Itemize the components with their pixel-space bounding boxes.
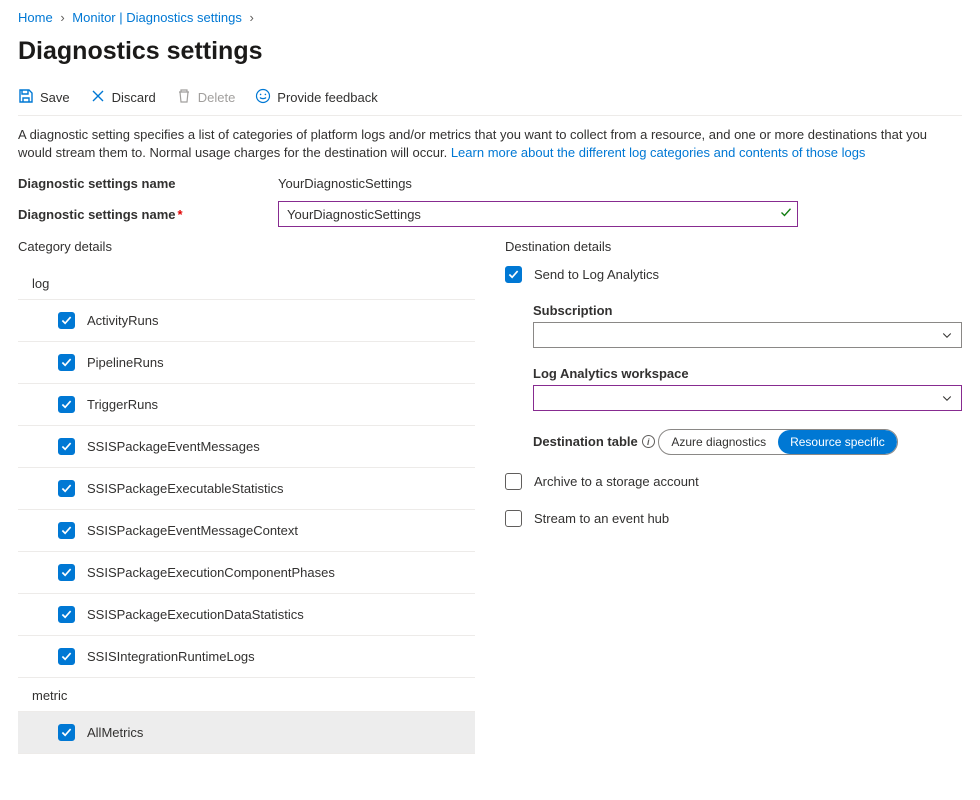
info-icon[interactable]: i bbox=[642, 435, 655, 448]
name-input[interactable] bbox=[278, 201, 798, 227]
log-item-row: SSISIntegrationRuntimeLogs bbox=[18, 636, 475, 678]
category-title: Category details bbox=[18, 239, 475, 254]
log-item-row: TriggerRuns bbox=[18, 384, 475, 426]
chevron-down-icon bbox=[941, 329, 953, 341]
log-item-row: SSISPackageExecutableStatistics bbox=[18, 468, 475, 510]
stream-label: Stream to an event hub bbox=[534, 511, 669, 526]
archive-label: Archive to a storage account bbox=[534, 474, 699, 489]
checkbox[interactable] bbox=[58, 648, 75, 665]
breadcrumb: Home › Monitor | Diagnostics settings › bbox=[18, 10, 962, 33]
save-button[interactable]: Save bbox=[18, 88, 70, 107]
destination-table-toggle[interactable]: Azure diagnostics Resource specific bbox=[658, 429, 897, 455]
send-log-analytics-checkbox[interactable] bbox=[505, 266, 522, 283]
checkbox[interactable] bbox=[58, 480, 75, 497]
name-label-required: Diagnostic settings name* bbox=[18, 207, 278, 222]
log-item-label: SSISPackageExecutionComponentPhases bbox=[87, 565, 335, 580]
chevron-right-icon: › bbox=[60, 10, 64, 25]
checkbox[interactable] bbox=[58, 312, 75, 329]
segment-resource-specific[interactable]: Resource specific bbox=[778, 430, 897, 454]
save-label: Save bbox=[40, 90, 70, 105]
discard-label: Discard bbox=[112, 90, 156, 105]
feedback-button[interactable]: Provide feedback bbox=[255, 88, 377, 107]
checkmark-icon bbox=[780, 207, 792, 222]
checkbox[interactable] bbox=[58, 354, 75, 371]
subscription-label: Subscription bbox=[533, 303, 612, 318]
log-item-label: SSISPackageEventMessages bbox=[87, 439, 260, 454]
checkbox[interactable] bbox=[58, 396, 75, 413]
log-item-label: SSISPackageExecutableStatistics bbox=[87, 481, 284, 496]
metric-item-label: AllMetrics bbox=[87, 725, 143, 740]
log-item-row: SSISPackageEventMessageContext bbox=[18, 510, 475, 552]
page-title: Diagnostics settings bbox=[18, 37, 962, 66]
learn-more-link[interactable]: Learn more about the different log categ… bbox=[451, 145, 866, 160]
delete-button: Delete bbox=[176, 88, 236, 107]
destination-column: Destination details Send to Log Analytic… bbox=[505, 239, 962, 754]
segment-azure-diagnostics[interactable]: Azure diagnostics bbox=[659, 430, 778, 454]
chevron-right-icon: › bbox=[249, 10, 253, 25]
metric-group-header: metric bbox=[18, 678, 475, 712]
checkbox[interactable] bbox=[58, 522, 75, 539]
category-column: Category details log ActivityRuns Pipelin… bbox=[18, 239, 475, 754]
log-item-row: SSISPackageEventMessages bbox=[18, 426, 475, 468]
delete-label: Delete bbox=[198, 90, 236, 105]
checkbox[interactable] bbox=[58, 438, 75, 455]
breadcrumb-monitor[interactable]: Monitor | Diagnostics settings bbox=[72, 10, 242, 25]
log-item-label: PipelineRuns bbox=[87, 355, 164, 370]
smile-icon bbox=[255, 88, 271, 107]
log-item-label: SSISIntegrationRuntimeLogs bbox=[87, 649, 255, 664]
chevron-down-icon bbox=[941, 392, 953, 404]
toolbar: Save Discard Delete Provide feedback bbox=[18, 88, 962, 116]
log-item-row: SSISPackageExecutionDataStatistics bbox=[18, 594, 475, 636]
log-item-label: SSISPackageEventMessageContext bbox=[87, 523, 298, 538]
feedback-label: Provide feedback bbox=[277, 90, 377, 105]
workspace-label: Log Analytics workspace bbox=[533, 366, 689, 381]
close-icon bbox=[90, 88, 106, 107]
trash-icon bbox=[176, 88, 192, 107]
name-value-readonly: YourDiagnosticSettings bbox=[278, 176, 412, 191]
checkbox[interactable] bbox=[58, 564, 75, 581]
archive-checkbox[interactable] bbox=[505, 473, 522, 490]
checkbox[interactable] bbox=[58, 724, 75, 741]
dest-table-label: Destination table bbox=[533, 434, 638, 449]
stream-checkbox[interactable] bbox=[505, 510, 522, 527]
log-item-label: TriggerRuns bbox=[87, 397, 158, 412]
log-item-row: SSISPackageExecutionComponentPhases bbox=[18, 552, 475, 594]
destination-title: Destination details bbox=[505, 239, 962, 254]
save-icon bbox=[18, 88, 34, 107]
log-group-header: log bbox=[18, 266, 475, 300]
send-log-analytics-label: Send to Log Analytics bbox=[534, 267, 659, 282]
log-item-label: ActivityRuns bbox=[87, 313, 159, 328]
subscription-select[interactable] bbox=[533, 322, 962, 348]
log-item-label: SSISPackageExecutionDataStatistics bbox=[87, 607, 304, 622]
checkbox[interactable] bbox=[58, 606, 75, 623]
name-label-readonly: Diagnostic settings name bbox=[18, 176, 278, 191]
log-item-row: ActivityRuns bbox=[18, 300, 475, 342]
log-item-row: PipelineRuns bbox=[18, 342, 475, 384]
breadcrumb-home[interactable]: Home bbox=[18, 10, 53, 25]
metric-item-row: AllMetrics bbox=[18, 712, 475, 754]
discard-button[interactable]: Discard bbox=[90, 88, 156, 107]
required-asterisk: * bbox=[177, 207, 182, 222]
workspace-select[interactable] bbox=[533, 385, 962, 411]
description: A diagnostic setting specifies a list of… bbox=[18, 126, 962, 162]
